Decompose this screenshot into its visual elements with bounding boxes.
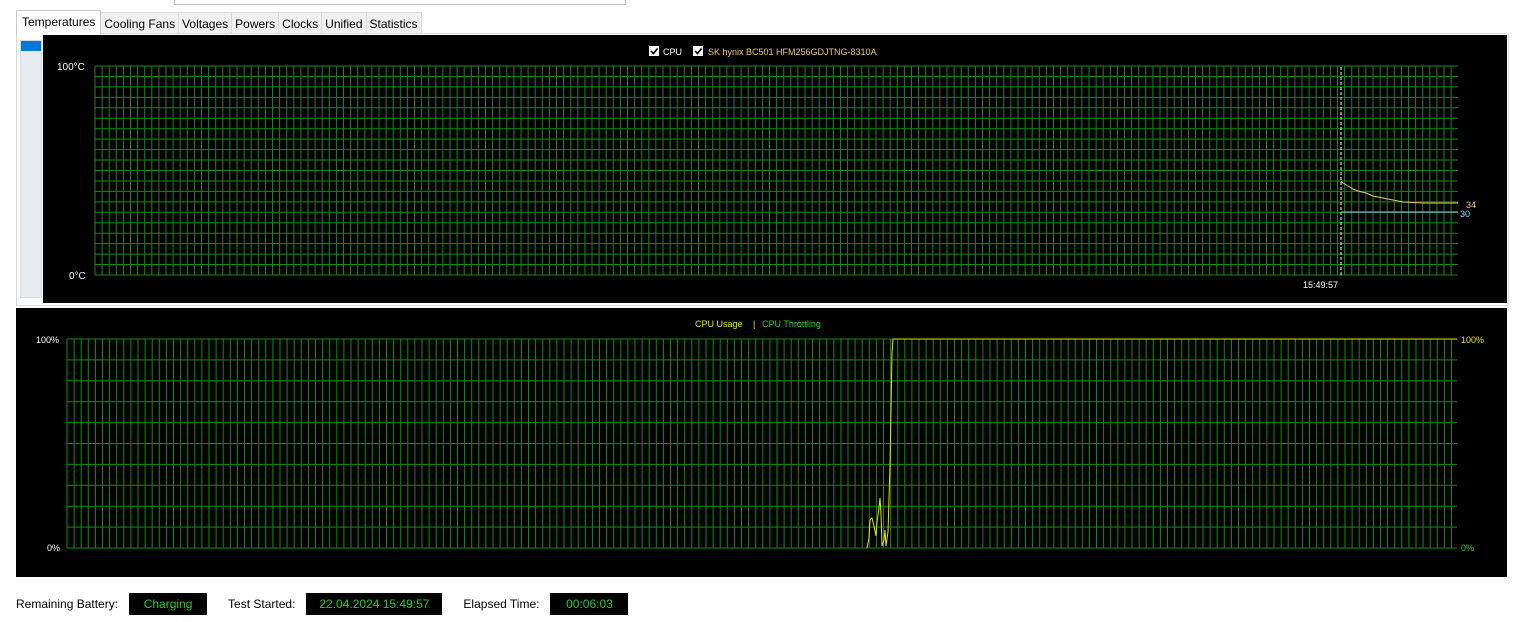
tab-unified[interactable]: Unified [321,12,367,34]
legend-cpu-throttling: CPU Throttling [762,319,821,329]
cpu-checkbox[interactable] [649,46,659,56]
tab-temperatures[interactable]: Temperatures [16,10,102,35]
legend-separator: | [753,319,755,329]
legend-cpu[interactable]: CPU [649,46,682,57]
usage-right-max-label: 100% [1461,335,1484,345]
time-cursor-label: 15:49:57 [1303,280,1338,290]
tab-strip: Temperatures Cooling Fans Voltages Power… [16,10,422,35]
top-input-field[interactable] [174,0,626,5]
legend-ssd[interactable]: SK hynix BC501 HFM256GDJTNG-8310A [693,46,877,57]
status-bar: Remaining Battery: Charging Test Started… [16,593,649,615]
tab-clocks[interactable]: Clocks [278,12,323,34]
sensor-list[interactable] [20,40,42,298]
battery-label: Remaining Battery: [16,597,119,611]
tab-cooling-fans[interactable]: Cooling Fans [100,12,180,34]
cpu-usage-graph[interactable]: CPU Usage | CPU Throttling 100% 0% 100% … [16,308,1507,577]
usage-right-min-label: 0% [1461,543,1474,553]
usage-left-max-label: 100% [36,335,59,345]
temp-y-min-label: 0°C [69,271,86,282]
legend-cpu-usage: CPU Usage [695,319,743,329]
temperature-graph-grid [94,65,1458,276]
legend-cpu-label: CPU [663,47,682,57]
usage-left-min-label: 0% [47,543,60,553]
tab-voltages[interactable]: Voltages [178,12,233,34]
elapsed-time-value: 00:06:03 [550,593,629,615]
cpu-end-value: 30 [1460,209,1470,219]
temp-y-max-label: 100°C [57,62,85,73]
tab-statistics[interactable]: Statistics [365,12,422,34]
battery-value: Charging [129,593,208,615]
ssd-checkbox[interactable] [693,46,703,56]
test-started-label: Test Started: [228,597,296,611]
tab-powers[interactable]: Powers [231,12,280,34]
elapsed-time-label: Elapsed Time: [463,597,540,611]
sensor-list-selected-item[interactable] [21,41,41,51]
test-started-value: 22.04.2024 15:49:57 [306,593,443,615]
cpu-usage-graph-background [16,308,1507,577]
temperature-graph[interactable]: CPU SK hynix BC501 HFM256GDJTNG-8310A 10… [43,35,1507,303]
legend-ssd-label: SK hynix BC501 HFM256GDJTNG-8310A [708,47,877,57]
